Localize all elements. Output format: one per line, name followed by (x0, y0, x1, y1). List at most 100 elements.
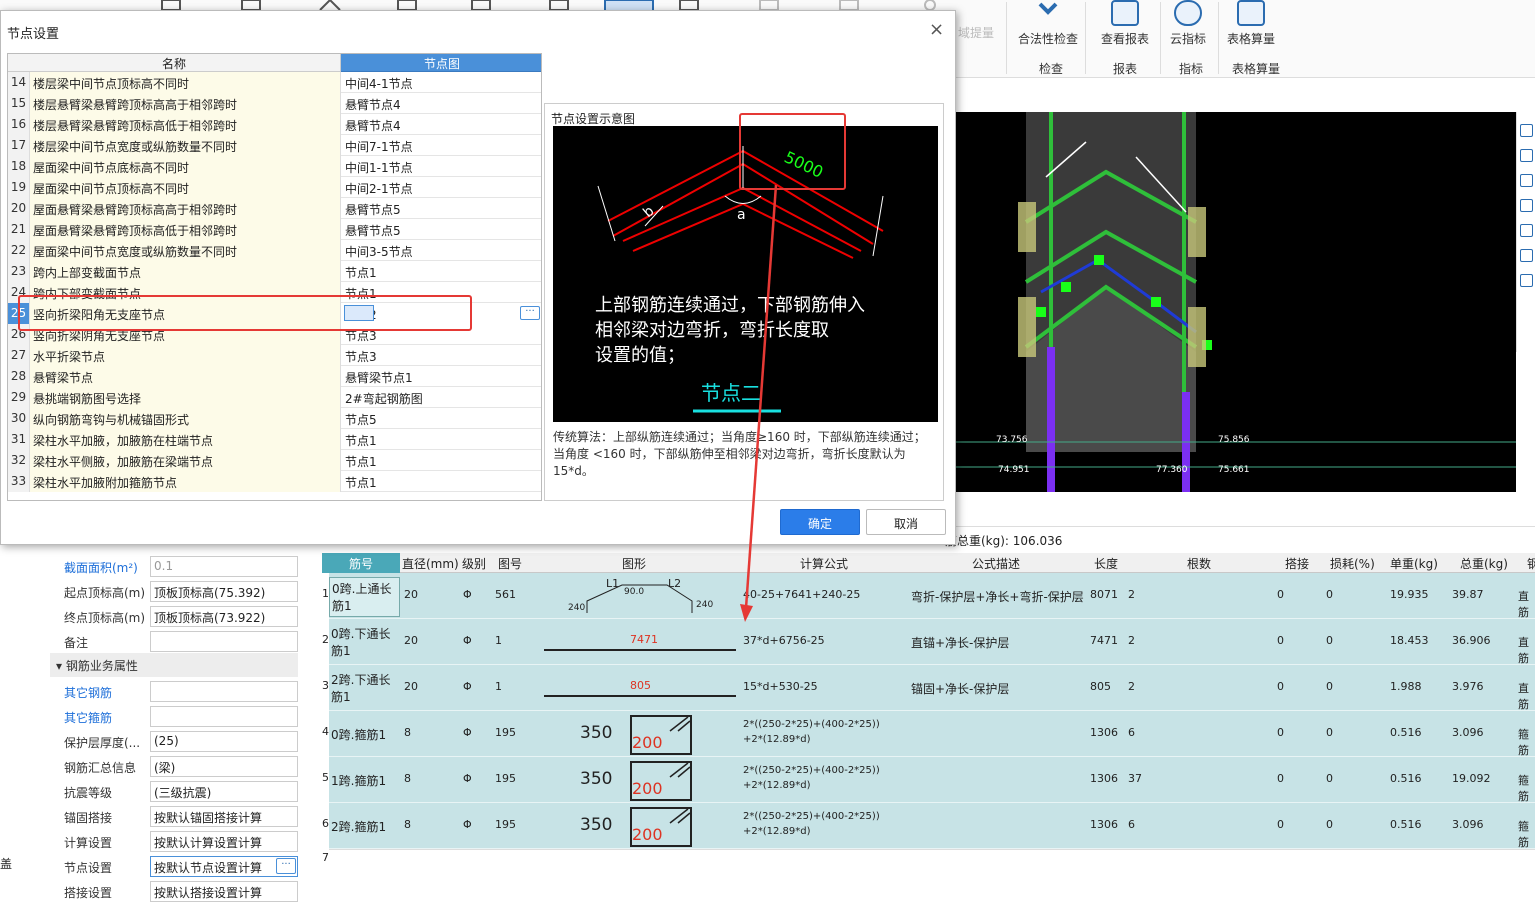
rebar-formula[interactable]: 2*((250-2*25)+(400-2*25)) (743, 719, 880, 730)
prop-value[interactable]: 按默认锚固搭接计算 (150, 806, 298, 827)
node-value[interactable]: 节点1 (341, 450, 541, 471)
view-tool-icon[interactable] (1520, 149, 1533, 162)
node-value[interactable]: 中间2-1节点 (341, 177, 541, 198)
view-tool-icon[interactable] (1520, 199, 1533, 212)
prop-value[interactable]: 0.1 (150, 556, 298, 577)
grid-row[interactable]: 16 楼层悬臂梁悬臂跨顶标高低于相邻跨时 悬臂节点4 (8, 114, 541, 135)
col-header[interactable]: 级别 (462, 555, 486, 572)
prop-value[interactable]: 按默认搭接设置计算 (150, 881, 298, 902)
grid-row[interactable]: 33 梁柱水平加腋附加箍筋节点 节点1 (8, 471, 541, 492)
rebar-name[interactable]: 0跨.下通长筋1 (331, 625, 399, 659)
rebar-formula[interactable]: +2*(12.89*d) (743, 780, 811, 791)
view-tool-icon[interactable] (1520, 124, 1533, 137)
confirm-button[interactable]: 确定 (780, 509, 860, 535)
node-value[interactable]: 节点1 (341, 429, 541, 450)
view-tool-icon[interactable] (1520, 274, 1533, 287)
rebar-name[interactable]: 0跨.上通长筋1 (329, 577, 400, 617)
grid-row[interactable]: 20 屋面悬臂梁悬臂跨顶标高高于相邻跨时 悬臂节点5 (8, 198, 541, 219)
col-header[interactable]: 直径(mm) (402, 555, 459, 572)
grid-row[interactable]: 28 悬臂梁节点 悬臂梁节点1 (8, 366, 541, 387)
col-header[interactable]: 图号 (498, 555, 522, 572)
view-tool-icon[interactable] (1520, 249, 1533, 262)
grid-row[interactable]: 23 跨内上部变截面节点 节点1 (8, 261, 541, 282)
rebar-formula[interactable]: 37*d+6756-25 (743, 634, 825, 647)
rebar-length: 805 (1090, 680, 1111, 693)
col-header[interactable]: 图形 (622, 555, 646, 572)
prop-value[interactable]: 顶板顶标高(73.922) (150, 606, 298, 627)
node-value[interactable]: 2#弯起钢筋图 (341, 387, 541, 408)
node-value[interactable]: 节点1 (341, 471, 541, 492)
grid-row[interactable]: 27 水平折梁节点 节点3 (8, 345, 541, 366)
col-header[interactable]: 公式描述 (972, 555, 1020, 572)
node-value[interactable]: 节点1 (341, 261, 541, 282)
node-value[interactable]: 中间3-5节点 (341, 240, 541, 261)
table-quantity-button[interactable]: 表格算量 (1211, 0, 1291, 47)
table-row[interactable]: 1 0跨.上通长筋1 20 Φ 561 L1 L2 90.0 240 240 4… (322, 573, 1535, 619)
table-row[interactable]: 6 2跨.箍筋1 8 Φ 195 350 200 2*((250-2*25)+(… (322, 803, 1535, 849)
prop-section-rebar[interactable]: ▾ 钢筋业务属性 (50, 653, 298, 677)
col-header[interactable]: 总重(kg) (1460, 555, 1508, 572)
rebar-name[interactable]: 2跨.箍筋1 (331, 818, 386, 835)
node-value[interactable]: 节点5 (341, 408, 541, 429)
grid-row[interactable]: 17 楼层梁中间节点宽度或纵筋数量不同时 中间7-1节点 (8, 135, 541, 156)
rebar-formula[interactable]: 2*((250-2*25)+(400-2*25)) (743, 811, 880, 822)
rebar-name[interactable]: 0跨.箍筋1 (331, 726, 386, 743)
table-row[interactable]: 3 2跨.下通长筋1 20 Φ 1 805 15*d+530-25 锚固+净长-… (322, 665, 1535, 711)
prop-value[interactable]: 按默认计算设置计算 (150, 831, 298, 852)
col-header[interactable]: 长度 (1094, 555, 1118, 572)
more-button[interactable]: ··· (276, 858, 296, 874)
cancel-button[interactable]: 取消 (866, 509, 946, 535)
grid-row[interactable]: 21 屋面悬臂梁悬臂跨顶标高低于相邻跨时 悬臂节点5 (8, 219, 541, 240)
prop-value[interactable]: (梁) (150, 756, 298, 777)
col-header[interactable]: 钢 (1527, 555, 1535, 572)
prop-value[interactable]: (25) (150, 731, 298, 752)
prop-value[interactable] (150, 631, 298, 652)
col-header-name[interactable]: 名称 (8, 54, 341, 72)
node-value[interactable]: 悬臂节点4 (341, 93, 541, 114)
rebar-formula[interactable]: 15*d+530-25 (743, 680, 818, 693)
grid-row[interactable]: 18 屋面梁中间节点底标高不同时 中间1-1节点 (8, 156, 541, 177)
legality-check-button[interactable]: 合法性检查 (1008, 0, 1088, 47)
col-header[interactable]: 根数 (1187, 555, 1211, 572)
prop-value[interactable] (150, 706, 298, 727)
node-value[interactable]: 节点3 (341, 345, 541, 366)
node-value[interactable]: 悬臂节点5 (341, 219, 541, 240)
grid-row[interactable]: 14 楼层梁中间节点顶标高不同时 中间4-1节点 (8, 72, 541, 93)
prop-value[interactable]: 顶板顶标高(75.392) (150, 581, 298, 602)
col-header[interactable]: 损耗(%) (1330, 555, 1375, 572)
node-value[interactable]: 悬臂节点4 (341, 114, 541, 135)
close-icon[interactable]: × (929, 19, 944, 40)
rebar-name[interactable]: 2跨.下通长筋1 (331, 671, 399, 705)
prop-value[interactable] (150, 681, 298, 702)
col-header-node[interactable]: 节点图 (341, 54, 541, 72)
table-row[interactable]: 5 1跨.箍筋1 8 Φ 195 350 200 2*((250-2*25)+(… (322, 757, 1535, 803)
grid-row[interactable]: 22 屋面梁中间节点宽度或纵筋数量不同时 中间3-5节点 (8, 240, 541, 261)
view-tool-icon[interactable] (1520, 174, 1533, 187)
grid-row[interactable]: 15 楼层悬臂梁悬臂跨顶标高高于相邻跨时 悬臂节点4 (8, 93, 541, 114)
node-value[interactable]: 中间7-1节点 (341, 135, 541, 156)
node-value[interactable]: 悬臂节点5 (341, 198, 541, 219)
node-value[interactable]: 中间1-1节点 (341, 156, 541, 177)
col-header[interactable]: 计算公式 (800, 555, 848, 572)
node-value[interactable]: 悬臂梁节点1 (341, 366, 541, 387)
node-value[interactable]: 中间4-1节点 (341, 72, 541, 93)
rebar-name[interactable]: 1跨.箍筋1 (331, 772, 386, 789)
table-row[interactable]: 2 0跨.下通长筋1 20 Φ 1 7471 37*d+6756-25 直锚+净… (322, 619, 1535, 665)
col-header[interactable]: 筋号 (322, 553, 400, 573)
more-options-button[interactable]: ··· (520, 306, 540, 320)
rebar-formula[interactable]: 2*((250-2*25)+(400-2*25)) (743, 765, 880, 776)
prop-value[interactable]: (三级抗震) (150, 781, 298, 802)
3d-viewport[interactable]: 73.756 74.951 77.360 75.856 75.661 (956, 112, 1516, 492)
grid-row[interactable]: 29 悬挑端钢筋图号选择 2#弯起钢筋图 (8, 387, 541, 408)
grid-row[interactable]: 30 纵向钢筋弯钩与机械锚固形式 节点5 (8, 408, 541, 429)
col-header[interactable]: 搭接 (1285, 555, 1309, 572)
view-tool-icon[interactable] (1520, 224, 1533, 237)
rebar-formula[interactable]: +2*(12.89*d) (743, 734, 811, 745)
grid-row[interactable]: 19 屋面梁中间节点顶标高不同时 中间2-1节点 (8, 177, 541, 198)
rebar-formula[interactable]: +2*(12.89*d) (743, 826, 811, 837)
grid-row[interactable]: 32 梁柱水平侧腋，加腋筋在梁端节点 节点1 (8, 450, 541, 471)
col-header[interactable]: 单重(kg) (1390, 555, 1438, 572)
grid-row[interactable]: 31 梁柱水平加腋，加腋筋在柱端节点 节点1 (8, 429, 541, 450)
table-row[interactable]: 4 0跨.箍筋1 8 Φ 195 350 200 2*((250-2*25)+(… (322, 711, 1535, 757)
rebar-formula[interactable]: 40-25+7641+240-25 (743, 588, 860, 601)
